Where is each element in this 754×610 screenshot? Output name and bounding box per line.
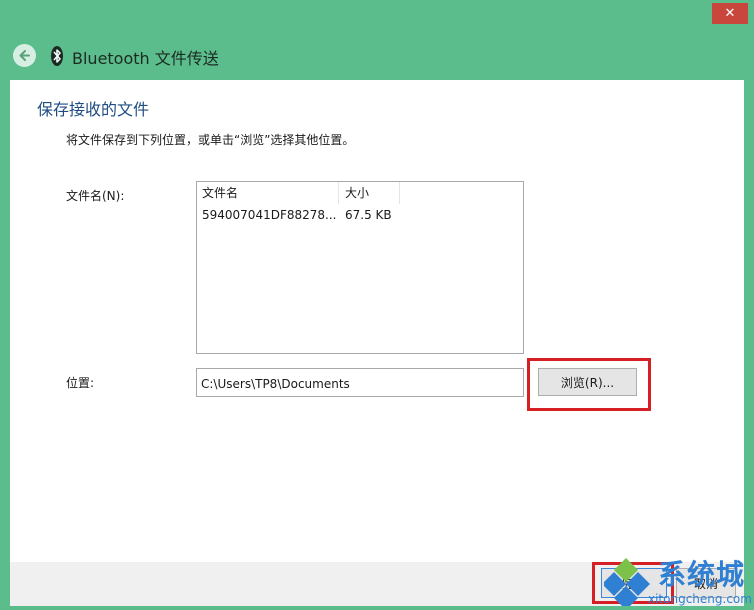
- location-label: 位置:: [66, 376, 95, 390]
- watermark-site: xitongcheng.com: [648, 592, 752, 606]
- page-description: 将文件保存到下列位置，或单击“浏览”选择其他位置。: [66, 133, 355, 147]
- column-header-name[interactable]: 文件名: [197, 182, 339, 204]
- back-arrow-icon: [19, 50, 30, 61]
- column-header-size[interactable]: 大小: [340, 182, 400, 204]
- bluetooth-transfer-window: ✕ Bluetooth 文件传送 保存接收的文件 将文件保存到下列位置，或单击“…: [0, 0, 754, 610]
- watermark-brand: 系统城: [658, 558, 746, 591]
- browse-highlight-box: [527, 358, 651, 411]
- close-button[interactable]: ✕: [712, 3, 748, 24]
- file-list-header: 文件名 大小: [197, 182, 523, 204]
- file-name-cell: 594007041DF88278...: [202, 208, 337, 222]
- window-title: Bluetooth 文件传送: [72, 49, 219, 68]
- file-list[interactable]: 文件名 大小 594007041DF88278... 67.5 KB: [196, 181, 524, 354]
- file-list-row[interactable]: 594007041DF88278... 67.5 KB: [197, 204, 523, 226]
- file-size-cell: 67.5 KB: [345, 208, 392, 222]
- location-input[interactable]: [196, 368, 524, 397]
- back-button[interactable]: [13, 44, 36, 67]
- watermark-logo-icon: [604, 558, 650, 606]
- bluetooth-icon: [51, 46, 63, 66]
- file-name-label: 文件名(N):: [66, 189, 125, 203]
- close-icon: ✕: [724, 6, 736, 21]
- page-heading: 保存接收的文件: [37, 100, 150, 119]
